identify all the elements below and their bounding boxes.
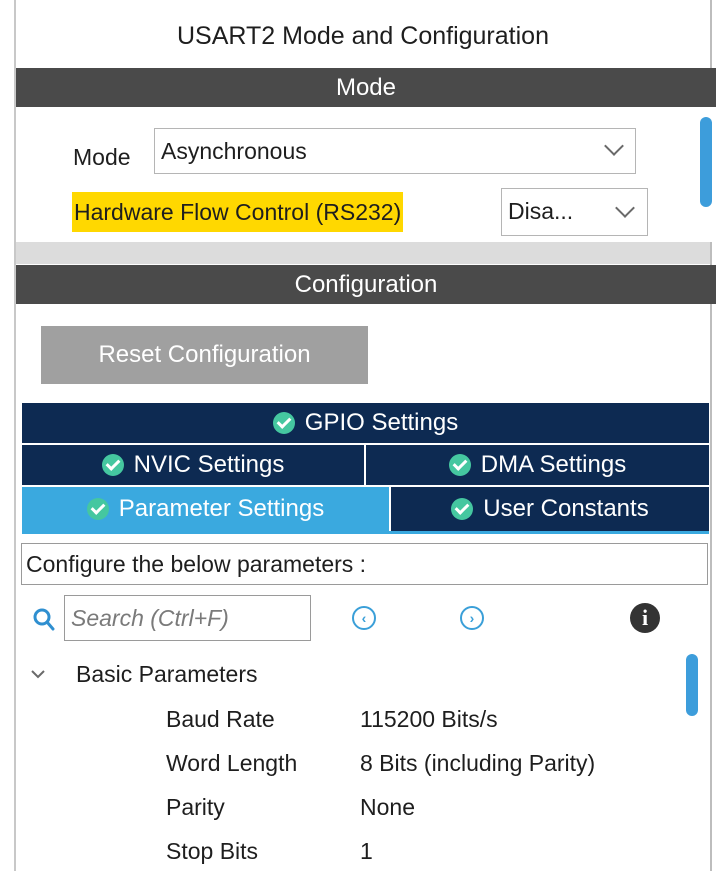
mode-area: Mode Asynchronous Hardware Flow Control … xyxy=(16,107,712,242)
configuration-section-header: Configuration xyxy=(16,265,716,304)
tab-dma-settings[interactable]: DMA Settings xyxy=(366,445,709,485)
param-name-word-length: Word Length xyxy=(166,750,298,776)
mode-scrollbar-thumb[interactable] xyxy=(700,117,712,207)
check-circle-icon xyxy=(101,454,124,476)
next-icon[interactable]: › xyxy=(460,606,484,630)
previous-icon[interactable]: ‹ xyxy=(352,606,376,630)
param-name-parity: Parity xyxy=(166,794,225,820)
reset-configuration-button[interactable]: Reset Configuration xyxy=(41,326,368,384)
section-divider xyxy=(16,242,710,264)
param-name-stop-bits: Stop Bits xyxy=(166,838,259,864)
hardware-flow-control-value: Disa... xyxy=(508,198,574,224)
mode-select-value: Asynchronous xyxy=(161,138,307,164)
tab-user-constants-label: User Constants xyxy=(483,495,649,522)
chevron-down-icon xyxy=(615,198,635,218)
active-tab-underline xyxy=(22,531,709,534)
tab-nvic-settings-label: NVIC Settings xyxy=(133,451,285,478)
tab-dma-settings-label: DMA Settings xyxy=(480,451,627,478)
hardware-flow-control-label: Hardware Flow Control (RS232) xyxy=(72,192,404,232)
hardware-flow-control-select[interactable]: Disa... xyxy=(501,188,648,236)
mode-select[interactable]: Asynchronous xyxy=(154,128,636,174)
check-circle-icon xyxy=(448,454,471,476)
param-value-stop-bits[interactable]: 1 xyxy=(360,838,373,865)
parameters-hint-box: Configure the below parameters : xyxy=(21,543,708,585)
param-name-baud-rate: Baud Rate xyxy=(166,706,275,732)
check-circle-icon xyxy=(451,498,474,520)
parameters-scrollbar-thumb[interactable] xyxy=(686,654,698,716)
tab-parameter-settings[interactable]: Parameter Settings xyxy=(22,487,389,531)
search-input[interactable] xyxy=(64,595,311,641)
parameters-scrollbar[interactable] xyxy=(686,652,698,871)
tab-parameter-settings-label: Parameter Settings xyxy=(118,495,325,522)
param-value-word-length[interactable]: 8 Bits (including Parity) xyxy=(360,750,595,777)
param-value-baud-rate[interactable]: 115200 Bits/s xyxy=(360,706,498,733)
param-value-parity[interactable]: None xyxy=(360,794,415,821)
tab-gpio-settings-label: GPIO Settings xyxy=(304,409,459,436)
check-circle-icon xyxy=(86,498,109,520)
collapse-chevron-icon[interactable] xyxy=(30,668,46,680)
chevron-down-icon xyxy=(604,136,624,156)
panel-title: USART2 Mode and Configuration xyxy=(177,22,549,50)
mode-section-header: Mode xyxy=(16,68,716,107)
check-circle-icon xyxy=(272,412,295,434)
mode-scrollbar[interactable] xyxy=(700,107,712,242)
mode-label: Mode xyxy=(73,144,131,170)
tab-gpio-settings[interactable]: GPIO Settings xyxy=(22,403,709,443)
basic-parameters-group-label[interactable]: Basic Parameters xyxy=(76,661,258,688)
tab-user-constants[interactable]: User Constants xyxy=(391,487,709,531)
search-icon[interactable] xyxy=(33,608,55,632)
tab-nvic-settings[interactable]: NVIC Settings xyxy=(22,445,364,485)
info-icon[interactable]: i xyxy=(630,603,660,633)
